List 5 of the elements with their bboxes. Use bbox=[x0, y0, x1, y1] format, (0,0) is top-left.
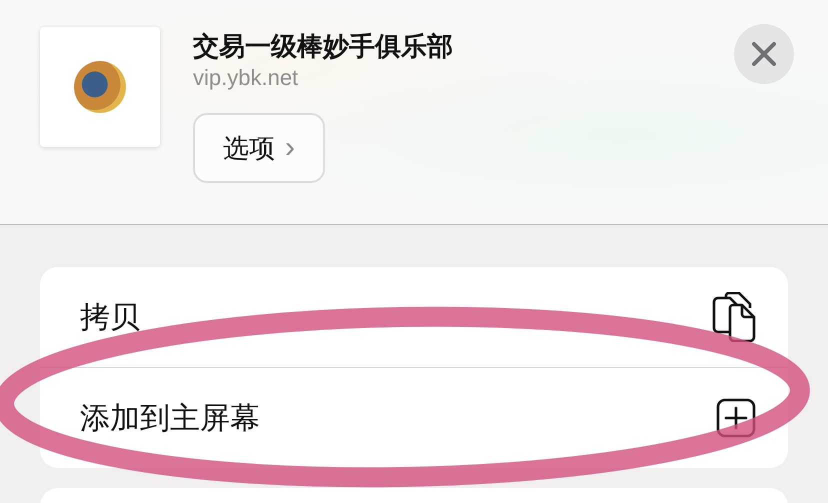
page-title: 交易一级棒妙手俱乐部 bbox=[193, 30, 454, 63]
action-row[interactable]: 添加到主屏幕 bbox=[40, 368, 788, 468]
action-row[interactable]: 拷贝 bbox=[40, 267, 788, 368]
options-button[interactable]: 选项 › bbox=[193, 113, 325, 183]
page-url: vip.ybk.net bbox=[193, 64, 300, 92]
